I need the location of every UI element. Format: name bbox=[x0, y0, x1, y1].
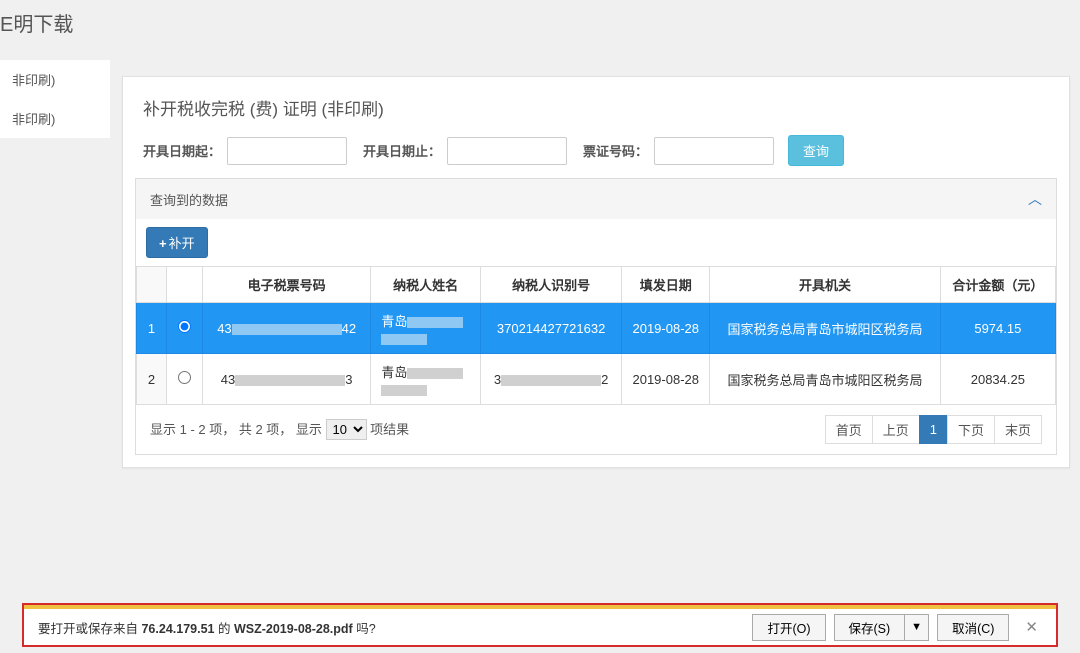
pager-prev[interactable]: 上页 bbox=[872, 415, 920, 444]
search-row: 开具日期起： 开具日期止： 票证号码： 查询 bbox=[123, 135, 1069, 178]
data-table: 电子税票号码 纳税人姓名 纳税人识别号 填发日期 开具机关 合计金额（元） 1 … bbox=[136, 266, 1056, 405]
download-buttons: 打开(O) 保存(S) ▼ 取消(C) ✕ bbox=[752, 614, 1042, 641]
cell-date: 2019-08-28 bbox=[622, 354, 710, 405]
cell-name: 青岛 bbox=[371, 354, 481, 405]
col-amount: 合计金额（元） bbox=[940, 267, 1055, 303]
cell-date: 2019-08-28 bbox=[622, 303, 710, 354]
cancel-button[interactable]: 取消(C) bbox=[937, 614, 1009, 641]
main-panel: 补开税收完税 (费) 证明 (非印刷) 开具日期起： 开具日期止： 票证号码： … bbox=[122, 76, 1070, 468]
query-button[interactable]: 查询 bbox=[788, 135, 844, 166]
data-header-title: 查询到的数据 bbox=[150, 190, 228, 209]
add-button-label: 补开 bbox=[169, 236, 195, 251]
data-header[interactable]: 查询到的数据 ︿ bbox=[136, 179, 1056, 219]
add-button[interactable]: +补开 bbox=[146, 227, 208, 258]
pager-first[interactable]: 首页 bbox=[825, 415, 873, 444]
pagination-info: 显示 1 - 2 项， 共 2 项， 显示 10 项结果 bbox=[150, 419, 409, 440]
row-radio-cell bbox=[167, 303, 203, 354]
col-date: 填发日期 bbox=[622, 267, 710, 303]
toolbar: +补开 bbox=[136, 219, 1056, 266]
ticket-no-label: 票证号码： bbox=[583, 141, 648, 160]
pager: 首页 上页 1 下页 末页 bbox=[825, 415, 1042, 444]
cell-ticket: 4342 bbox=[203, 303, 371, 354]
panel-title: 补开税收完税 (费) 证明 (非印刷) bbox=[123, 77, 1069, 135]
data-section: 查询到的数据 ︿ +补开 电子税票号码 纳税人姓名 纳税人识别号 填发日期 开具… bbox=[135, 178, 1057, 455]
collapse-icon[interactable]: ︿ bbox=[1028, 189, 1042, 209]
cell-taxid: 32 bbox=[481, 354, 622, 405]
open-button[interactable]: 打开(O) bbox=[752, 614, 825, 641]
pager-last[interactable]: 末页 bbox=[994, 415, 1042, 444]
cell-org: 国家税务总局青岛市城阳区税务局 bbox=[710, 354, 940, 405]
col-org: 开具机关 bbox=[710, 267, 940, 303]
pager-page-1[interactable]: 1 bbox=[919, 415, 948, 444]
date-from-input[interactable] bbox=[227, 137, 347, 165]
ticket-no-input[interactable] bbox=[654, 137, 774, 165]
col-index bbox=[137, 267, 167, 303]
cell-amount: 20834.25 bbox=[940, 354, 1055, 405]
save-button[interactable]: 保存(S) bbox=[834, 614, 906, 641]
row-index: 1 bbox=[137, 303, 167, 354]
row-index: 2 bbox=[137, 354, 167, 405]
plus-icon: + bbox=[159, 236, 167, 251]
pager-next[interactable]: 下页 bbox=[947, 415, 995, 444]
sidebar-item-0[interactable]: 非印刷) bbox=[0, 60, 110, 99]
date-to-label: 开具日期止： bbox=[363, 141, 441, 160]
col-ticket: 电子税票号码 bbox=[203, 267, 371, 303]
close-icon[interactable]: ✕ bbox=[1021, 616, 1042, 638]
download-bar: 要打开或保存来自 76.24.179.51 的 WSZ-2019-08-28.p… bbox=[22, 607, 1058, 647]
page-size-select[interactable]: 10 bbox=[326, 419, 367, 440]
pagination: 显示 1 - 2 项， 共 2 项， 显示 10 项结果 首页 上页 1 下页 … bbox=[136, 405, 1056, 454]
table-row[interactable]: 2 433 青岛 32 2019-08-28 国家税务总局青岛市城阳区税务局 2… bbox=[137, 354, 1056, 405]
cell-name: 青岛 bbox=[371, 303, 481, 354]
download-prompt: 要打开或保存来自 76.24.179.51 的 WSZ-2019-08-28.p… bbox=[38, 618, 376, 637]
table-row[interactable]: 1 4342 青岛 370214427721632 2019-08-28 国家税… bbox=[137, 303, 1056, 354]
col-radio bbox=[167, 267, 203, 303]
col-taxid: 纳税人识别号 bbox=[481, 267, 622, 303]
cell-org: 国家税务总局青岛市城阳区税务局 bbox=[710, 303, 940, 354]
cell-amount: 5974.15 bbox=[940, 303, 1055, 354]
row-radio[interactable] bbox=[178, 320, 191, 333]
cell-taxid: 370214427721632 bbox=[481, 303, 622, 354]
sidebar: 非印刷) 非印刷) bbox=[0, 60, 110, 138]
row-radio[interactable] bbox=[178, 371, 191, 384]
col-name: 纳税人姓名 bbox=[371, 267, 481, 303]
date-to-input[interactable] bbox=[447, 137, 567, 165]
save-dropdown[interactable]: ▼ bbox=[905, 614, 929, 641]
date-from-label: 开具日期起： bbox=[143, 141, 221, 160]
cell-ticket: 433 bbox=[203, 354, 371, 405]
page-title: E明下载 bbox=[0, 8, 73, 37]
row-radio-cell bbox=[167, 354, 203, 405]
sidebar-item-1[interactable]: 非印刷) bbox=[0, 99, 110, 138]
